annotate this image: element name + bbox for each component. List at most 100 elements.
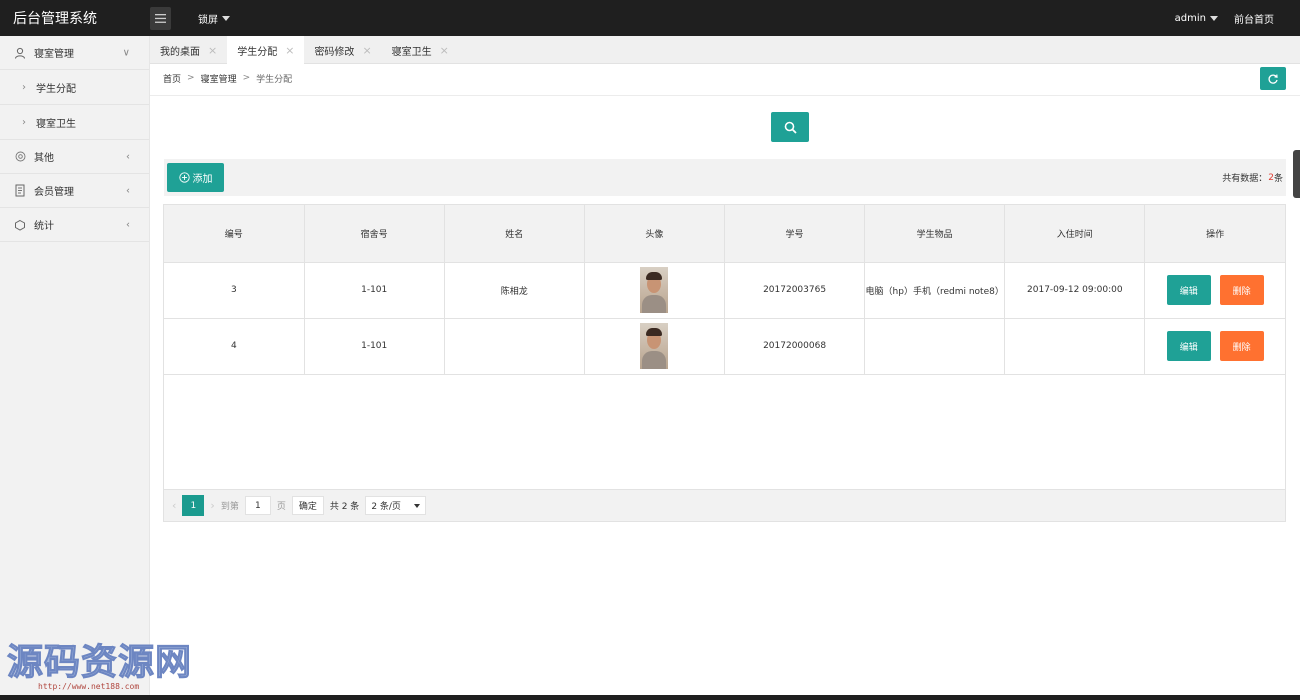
tab-bar: 我的桌面 × 学生分配 × 密码修改 × 寝室卫生 × bbox=[150, 36, 1300, 64]
add-button[interactable]: 添加 bbox=[167, 163, 224, 192]
prev-page-button[interactable]: ‹ bbox=[172, 499, 176, 512]
goto-page-input[interactable]: 1 bbox=[244, 496, 271, 515]
close-icon[interactable]: × bbox=[285, 44, 294, 57]
per-page-select[interactable]: 2 条/页 bbox=[365, 496, 427, 515]
toolbar: 添加 共有数据： 2 条 bbox=[164, 159, 1286, 196]
total-unit: 条 bbox=[1273, 174, 1283, 184]
watermark-url: http://www.net188.com bbox=[38, 682, 140, 691]
breadcrumb-separator: > bbox=[242, 73, 251, 83]
top-header: 后台管理系统 锁屏 admin 前台首页 bbox=[0, 0, 1300, 36]
avatar bbox=[640, 267, 669, 313]
sidebar-item-statistics[interactable]: 统计 ‹ bbox=[0, 208, 149, 242]
breadcrumb-separator: > bbox=[187, 73, 195, 83]
sidebar-item-label: 寝室管理 bbox=[34, 49, 74, 60]
sidebar-item-label: 寝室卫生 bbox=[36, 118, 76, 130]
total-count: 共有数据： 2 条 bbox=[1222, 159, 1283, 196]
chevron-left-icon: ‹ bbox=[126, 151, 130, 162]
data-table: 编号 宿舍号 姓名 头像 学号 学生物品 入住时间 操作 3 1-101 陈相龙 bbox=[163, 204, 1286, 522]
user-label: admin bbox=[1174, 12, 1206, 24]
tab-password-change[interactable]: 密码修改 × bbox=[304, 36, 381, 64]
pager-total: 共 2 条 bbox=[329, 502, 360, 512]
doc-icon bbox=[13, 184, 27, 198]
table-row: 3 1-101 陈相龙 20172003765 电脑（hp）手机（redmi n… bbox=[164, 262, 1285, 319]
breadcrumb: 首页 > 寝室管理 > 学生分配 bbox=[163, 70, 292, 86]
caret-down-icon bbox=[414, 503, 421, 508]
tab-student-allocation[interactable]: 学生分配 × bbox=[227, 36, 305, 64]
user-menu[interactable]: admin bbox=[1175, 13, 1218, 24]
tab-dorm-hygiene[interactable]: 寝室卫生 × bbox=[382, 36, 459, 64]
cell-actions: 编辑 删除 bbox=[1144, 318, 1285, 375]
sidebar-item-student-allocation[interactable]: › 学生分配 bbox=[0, 70, 149, 105]
column-header: 学号 bbox=[724, 205, 866, 263]
sidebar-item-dorm-management[interactable]: 寝室管理 ∨ bbox=[0, 36, 149, 70]
cell-id: 3 bbox=[164, 262, 305, 319]
search-icon bbox=[784, 121, 797, 134]
delete-button[interactable]: 删除 bbox=[1219, 275, 1264, 305]
add-label: 添加 bbox=[192, 174, 213, 185]
breadcrumb-section[interactable]: 寝室管理 bbox=[201, 72, 237, 85]
edit-button[interactable]: 编辑 bbox=[1166, 331, 1211, 361]
pagination: ‹ 1 › 到第 1 页 确定 共 2 条 2 条/页 bbox=[164, 489, 1285, 521]
plus-circle-icon bbox=[178, 172, 190, 183]
page-current[interactable]: 1 bbox=[182, 495, 205, 516]
page-label: 页 bbox=[276, 502, 286, 512]
tab-my-desktop[interactable]: 我的桌面 × bbox=[150, 36, 227, 64]
sidebar-item-label: 学生分配 bbox=[36, 83, 76, 95]
cell-room: 1-101 bbox=[304, 262, 445, 319]
watermark-logo: 源码资源网 bbox=[6, 641, 193, 684]
sidebar-item-dorm-hygiene[interactable]: › 寝室卫生 bbox=[0, 105, 149, 140]
sidebar-item-member-management[interactable]: 会员管理 ‹ bbox=[0, 174, 149, 208]
close-icon[interactable]: × bbox=[208, 44, 217, 57]
sidebar-item-label: 其他 bbox=[34, 153, 54, 164]
tab-label: 密码修改 bbox=[314, 46, 355, 58]
cell-name: 陈相龙 bbox=[444, 262, 585, 319]
delete-button[interactable]: 删除 bbox=[1219, 331, 1264, 361]
user-icon bbox=[13, 46, 27, 60]
goto-confirm-button[interactable]: 确定 bbox=[291, 496, 324, 515]
column-header: 宿舍号 bbox=[304, 205, 445, 263]
table-row: 4 1-101 20172000068 编辑 删除 bbox=[164, 318, 1285, 375]
close-icon[interactable]: × bbox=[362, 44, 371, 57]
column-header: 头像 bbox=[584, 205, 726, 263]
hamburger-icon bbox=[155, 13, 166, 23]
cell-avatar bbox=[584, 262, 726, 319]
table-header-row: 编号 宿舍号 姓名 头像 学号 学生物品 入住时间 操作 bbox=[164, 205, 1285, 263]
sidebar-item-other[interactable]: 其他 ‹ bbox=[0, 140, 149, 174]
close-icon[interactable]: × bbox=[440, 44, 449, 57]
bottom-bar bbox=[0, 695, 1300, 700]
cell-name bbox=[444, 318, 585, 375]
side-panel-handle[interactable] bbox=[1293, 150, 1300, 198]
next-page-button[interactable]: › bbox=[210, 499, 214, 512]
chevron-right-icon: › bbox=[22, 116, 26, 128]
per-page-value: 2 条/页 bbox=[371, 502, 401, 512]
tab-label: 学生分配 bbox=[237, 46, 278, 58]
search-button[interactable] bbox=[771, 112, 809, 142]
cell-student-no: 20172000068 bbox=[724, 318, 866, 375]
frontend-home-link[interactable]: 前台首页 bbox=[1234, 11, 1274, 26]
sidebar-item-label: 会员管理 bbox=[34, 187, 74, 198]
lock-screen-menu[interactable]: 锁屏 bbox=[198, 11, 230, 26]
tab-label: 寝室卫生 bbox=[391, 46, 432, 58]
avatar bbox=[640, 323, 669, 369]
cell-id: 4 bbox=[164, 318, 305, 375]
header-right: admin 前台首页 bbox=[1175, 0, 1274, 36]
cell-room: 1-101 bbox=[304, 318, 445, 375]
column-header: 操作 bbox=[1144, 205, 1285, 263]
app-title: 后台管理系统 bbox=[13, 11, 97, 27]
menu-toggle-button[interactable] bbox=[150, 6, 171, 30]
edit-button[interactable]: 编辑 bbox=[1166, 275, 1211, 305]
cell-checkin: 2017-09-12 09:00:00 bbox=[1004, 262, 1146, 319]
divider bbox=[150, 95, 1300, 96]
column-header: 入住时间 bbox=[1004, 205, 1146, 263]
breadcrumb-home[interactable]: 首页 bbox=[163, 72, 181, 85]
goto-label: 到第 bbox=[220, 502, 239, 512]
refresh-button[interactable] bbox=[1260, 67, 1286, 90]
cell-items: 电脑（hp）手机（redmi note8） bbox=[864, 262, 1006, 319]
chart-icon bbox=[13, 218, 27, 232]
cell-actions: 编辑 删除 bbox=[1144, 262, 1285, 319]
column-header: 姓名 bbox=[444, 205, 585, 263]
refresh-icon bbox=[1268, 74, 1278, 84]
at-icon bbox=[13, 150, 27, 164]
breadcrumb-current: 学生分配 bbox=[256, 74, 293, 85]
column-header: 学生物品 bbox=[864, 205, 1006, 263]
